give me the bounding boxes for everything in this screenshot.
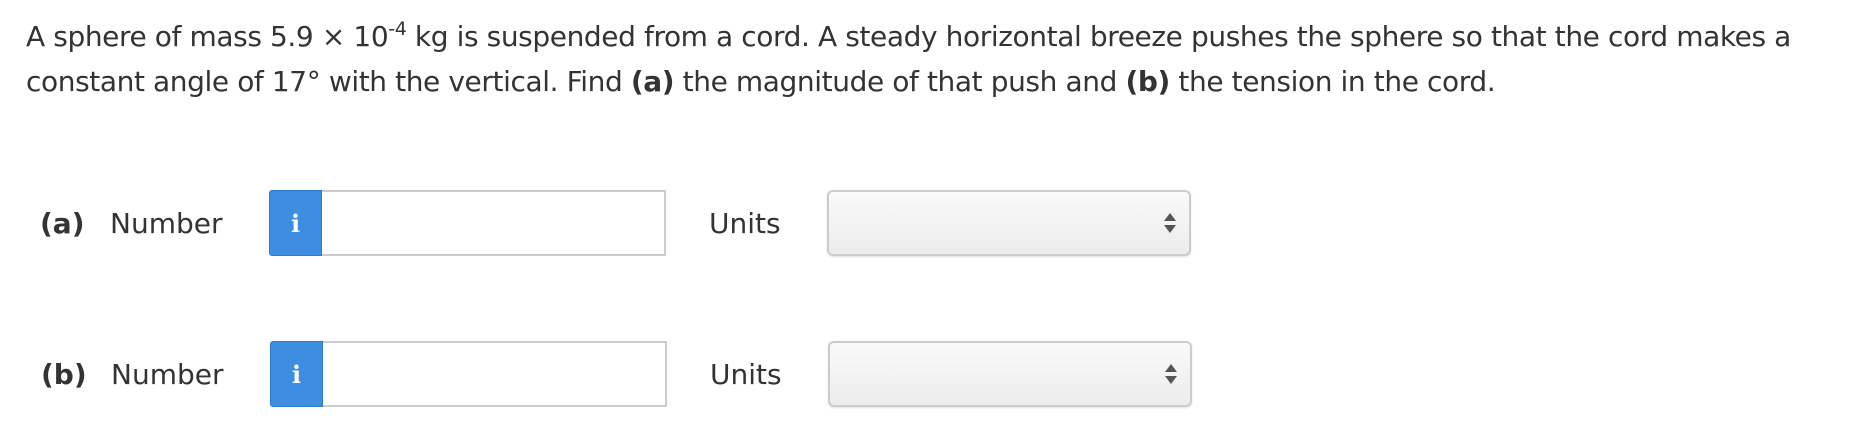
- question-exponent: -4: [388, 17, 407, 40]
- units-select-b[interactable]: [828, 341, 1192, 407]
- number-input-a[interactable]: [322, 190, 666, 256]
- info-icon: i: [291, 359, 302, 389]
- info-button-a[interactable]: i: [269, 190, 322, 256]
- question-part-b-text: the tension in the cord.: [1169, 65, 1496, 98]
- question-text: A sphere of mass 5.9 × 10-4 kg is suspen…: [26, 14, 1836, 104]
- part-b-label: (b): [41, 358, 87, 391]
- units-label-a: Units: [709, 207, 781, 240]
- question-text-start: A sphere of mass 5.9 × 10: [26, 20, 389, 53]
- info-icon: i: [290, 208, 301, 238]
- question-part-a-marker: (a): [630, 65, 675, 98]
- units-label-b: Units: [710, 358, 782, 391]
- question-part-b-marker: (b): [1125, 65, 1170, 98]
- units-select-a[interactable]: [827, 190, 1191, 256]
- select-arrows-icon: [1165, 364, 1177, 384]
- select-arrows-icon: [1164, 213, 1176, 233]
- answer-row-b: (b) Number i Units: [0, 341, 1300, 409]
- number-input-b[interactable]: [323, 341, 667, 407]
- answer-row-a: (a) Number i Units: [0, 190, 1300, 258]
- part-a-label: (a): [40, 207, 85, 240]
- info-button-b[interactable]: i: [270, 341, 323, 407]
- number-label-a: Number: [110, 207, 223, 240]
- question-part-a-text: the magnitude of that push and: [674, 65, 1126, 98]
- number-label-b: Number: [111, 358, 224, 391]
